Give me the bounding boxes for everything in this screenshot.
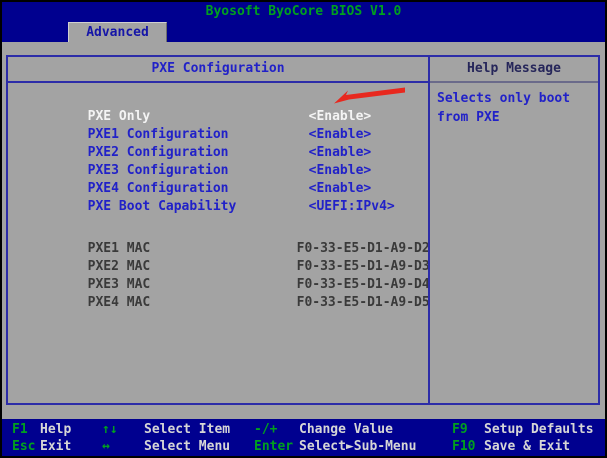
tab-advanced[interactable]: Advanced (68, 22, 167, 43)
bios-title: Byosoft ByoCore BIOS V1.0 (2, 4, 605, 19)
mac-value: F0-33-E5-D1-A9-D4 (297, 276, 430, 294)
option-label: PXE2 Configuration (88, 144, 309, 162)
key-updown-label: Select Item (144, 421, 230, 438)
key-enter-label: Select►Sub-Menu (299, 438, 416, 455)
key-esc-label: Exit (40, 438, 71, 455)
mac-value: F0-33-E5-D1-A9-D5 (297, 294, 430, 312)
help-panel-title: Help Message (430, 57, 598, 83)
key-updown-icon: ↑↓ (102, 421, 118, 438)
bios-screen: { "titlebar": { "title": "Byosoft ByoCor… (0, 0, 607, 458)
option-label: PXE Only (88, 108, 309, 126)
option-label: PXE4 Configuration (88, 180, 309, 198)
option-label: PXE1 Configuration (88, 126, 309, 144)
key-minus-plus-label: Change Value (299, 421, 393, 438)
mac-value: F0-33-E5-D1-A9-D3 (297, 258, 430, 276)
option-list: PXE Only<Enable> PXE1 Configuration<Enab… (8, 90, 428, 198)
option-value: <Enable> (309, 126, 372, 144)
key-leftright-label: Select Menu (144, 438, 230, 455)
hotkey-row-1: F1 Help ↑↓ Select Item -/+ Change Value … (2, 421, 605, 438)
mac-label: PXE4 MAC (88, 294, 297, 312)
key-f10: F10 (452, 438, 475, 455)
hotkey-bar: F1 Help ↑↓ Select Item -/+ Change Value … (2, 419, 605, 456)
key-f1: F1 (12, 421, 28, 438)
key-f10-label: Save & Exit (484, 438, 570, 455)
key-esc: Esc (12, 438, 35, 455)
key-f9: F9 (452, 421, 468, 438)
option-label: PXE Boot Capability (88, 198, 309, 216)
option-label: PXE3 Configuration (88, 162, 309, 180)
mac-label: PXE3 MAC (88, 276, 297, 294)
titlebar: Byosoft ByoCore BIOS V1.0 Advanced (2, 2, 605, 42)
mac-label: PXE1 MAC (88, 240, 297, 258)
option-value: <Enable> (309, 162, 372, 180)
panel-title: PXE Configuration (8, 57, 428, 83)
option-value: <UEFI:IPv4> (309, 198, 395, 216)
key-f1-label: Help (40, 421, 71, 438)
mac-value: F0-33-E5-D1-A9-D2 (297, 240, 430, 258)
mac-label: PXE2 MAC (88, 258, 297, 276)
content-area: PXE Configuration PXE Only<Enable> PXE1 … (2, 42, 605, 419)
hotkey-row-2: Esc Exit ↔ Select Menu Enter Select►Sub-… (2, 438, 605, 455)
option-value: <Enable> (309, 108, 372, 126)
key-leftright-icon: ↔ (102, 438, 110, 455)
red-annotation-arrow-icon (333, 86, 406, 106)
help-text: Selects only boot from PXE (430, 83, 598, 127)
key-f9-label: Setup Defaults (484, 421, 594, 438)
pxe-configuration-panel: PXE Configuration PXE Only<Enable> PXE1 … (6, 55, 430, 405)
option-value: <Enable> (309, 144, 372, 162)
key-minus-plus: -/+ (254, 421, 277, 438)
help-panel: Help Message Selects only boot from PXE (428, 55, 600, 405)
option-value: <Enable> (309, 180, 372, 198)
key-enter: Enter (254, 438, 293, 455)
